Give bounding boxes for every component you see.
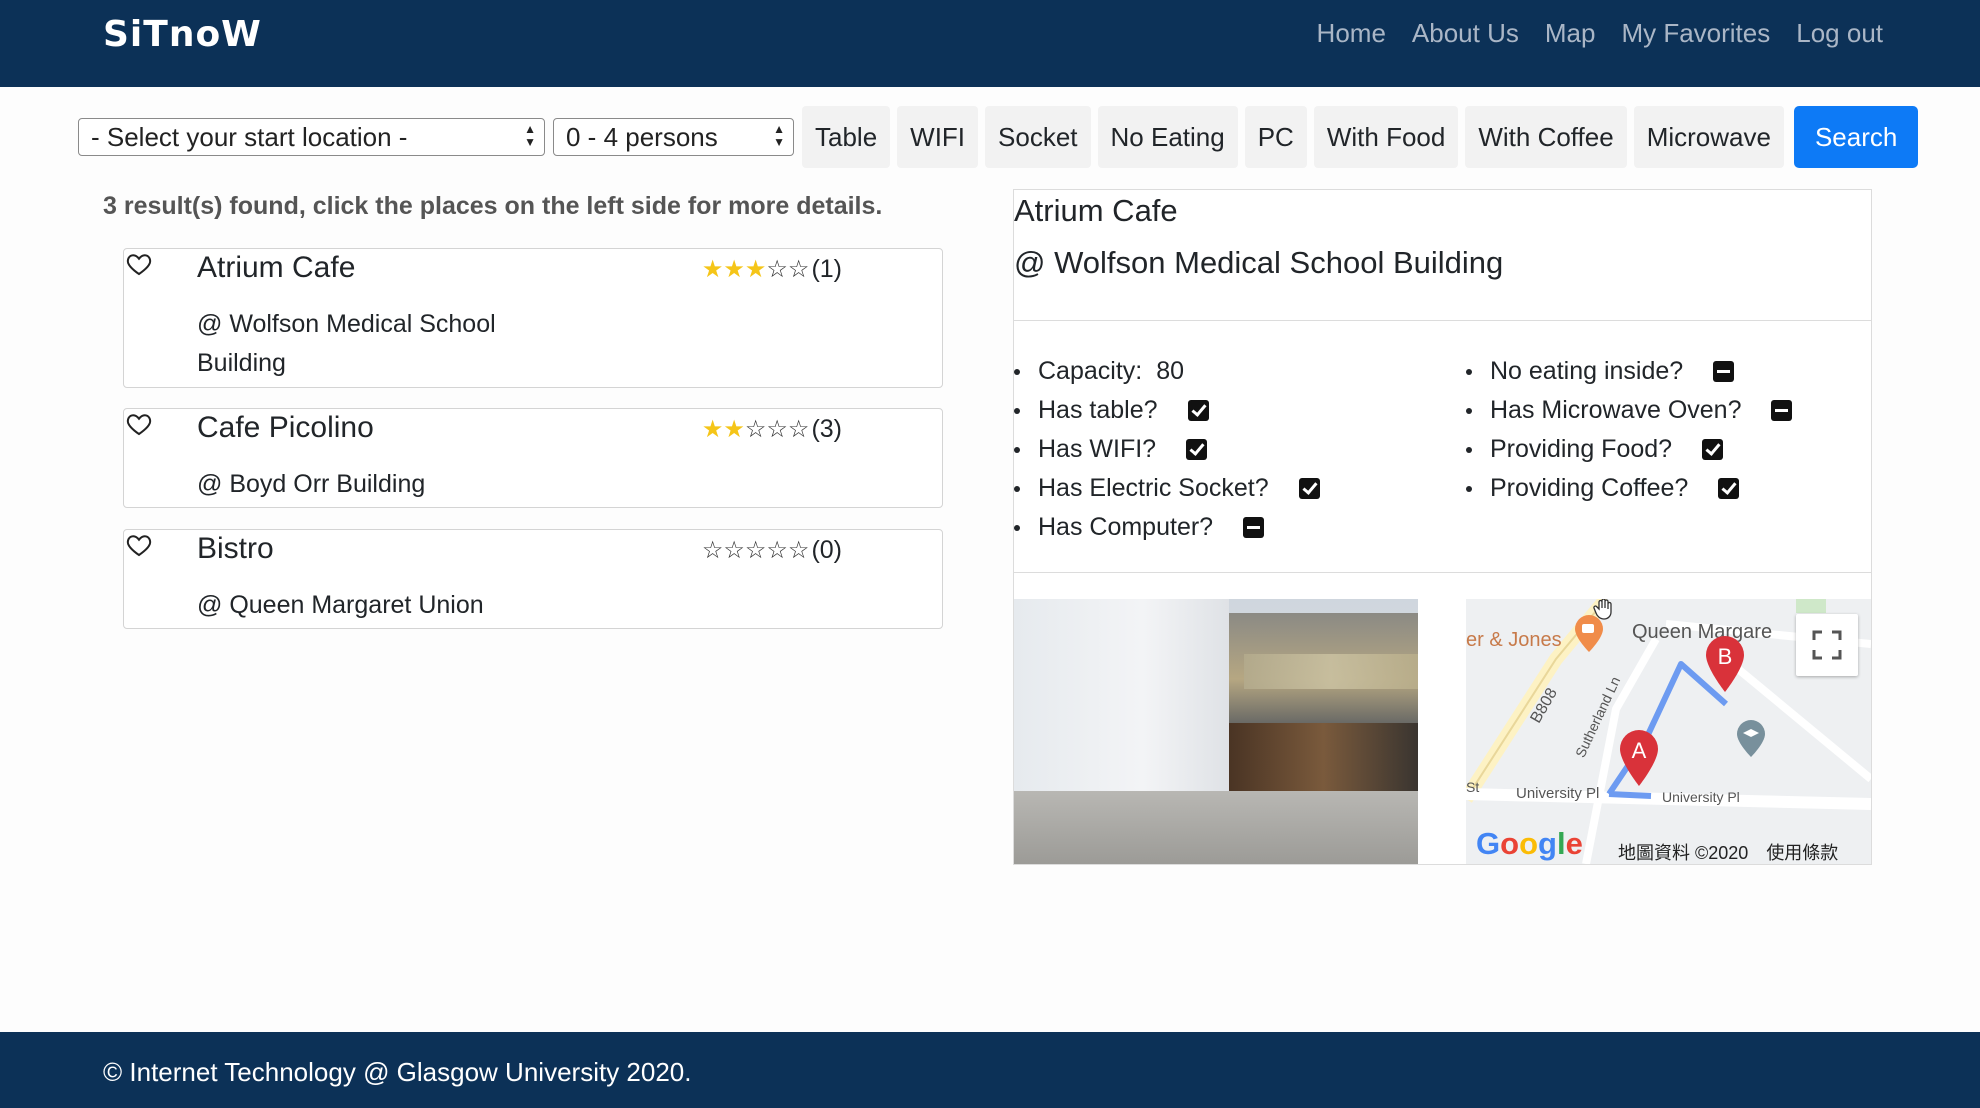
favorite-heart-icon[interactable]	[124, 409, 154, 439]
detail-title: Atrium Cafe	[1014, 193, 1178, 228]
star-rating: ★ ★ ☆ ☆ ☆ (3)	[702, 415, 842, 444]
map-label: University Pl	[1662, 789, 1740, 805]
rating-count: (0)	[811, 536, 842, 564]
fullscreen-icon	[1812, 630, 1842, 660]
filter-socket-button[interactable]: Socket	[985, 106, 1091, 168]
feature-has-socket: Has Electric Socket?	[1014, 474, 1320, 503]
star-rating: ☆ ☆ ☆ ☆ ☆ (0)	[702, 536, 842, 565]
footer: © Internet Technology @ Glasgow Universi…	[0, 1032, 1980, 1108]
result-card-cafe-picolino[interactable]: Cafe Picolino ★ ★ ☆ ☆ ☆ (3) @ Boyd Orr Build…	[123, 408, 943, 508]
brand-logo[interactable]: SiTnoW	[103, 14, 262, 55]
filter-no-eating-button[interactable]: No Eating	[1097, 106, 1238, 168]
map-attribution: 地圖資料 ©2020 使用條款	[1618, 839, 1856, 864]
map-terms-link[interactable]: 使用條款	[1766, 843, 1838, 863]
select-arrows-icon: ▲ ▼	[773, 122, 785, 149]
place-name: Bistro	[197, 532, 274, 565]
nav-about-us[interactable]: About Us	[1412, 18, 1519, 49]
nav-log-out[interactable]: Log out	[1796, 18, 1883, 49]
feature-has-computer: Has Computer?	[1014, 513, 1265, 542]
results-count-message: 3 result(s) found, click the places on t…	[103, 192, 883, 220]
checkbox-indeterminate-icon	[1243, 517, 1265, 538]
feature-providing-food: Providing Food?	[1466, 435, 1724, 464]
footer-copyright: © Internet Technology @ Glasgow Universi…	[103, 1057, 692, 1087]
star-rating: ★ ★ ★ ☆ ☆ (1)	[702, 255, 842, 284]
favorite-heart-icon[interactable]	[124, 530, 154, 560]
select-arrows-icon: ▲ ▼	[524, 122, 536, 149]
result-card-atrium-cafe[interactable]: Atrium Cafe ★ ★ ★ ☆ ☆ (1) @ Wolfson Medical …	[123, 248, 943, 388]
place-detail-panel: Atrium Cafe @ Wolfson Medical School Bui…	[1013, 189, 1872, 865]
place-building: @ Boyd Orr Building	[197, 470, 426, 498]
group-size-select[interactable]: 0 - 4 persons ▲ ▼	[553, 118, 794, 156]
feature-has-microwave: Has Microwave Oven?	[1466, 396, 1793, 425]
checkbox-checked-icon	[1186, 439, 1208, 460]
map-label: St	[1466, 779, 1480, 795]
place-name: Cafe Picolino	[197, 411, 374, 444]
map-label: University Pl	[1516, 785, 1600, 802]
rating-count: (3)	[811, 415, 842, 443]
checkbox-checked-icon	[1702, 439, 1724, 460]
map-data-credit[interactable]: 地圖資料 ©2020	[1618, 843, 1748, 863]
filter-bar: - Select your start location - ▲ ▼ 0 - 4 …	[78, 106, 1919, 168]
svg-text:A: A	[1632, 738, 1647, 763]
stars-icon: ★ ★ ☆ ☆ ☆	[701, 415, 810, 443]
map-label: er & Jones	[1466, 629, 1562, 651]
marker-b-icon[interactable]: B	[1703, 636, 1747, 694]
marker-a-icon[interactable]: A	[1617, 730, 1661, 788]
feature-providing-coffee: Providing Coffee?	[1466, 474, 1740, 503]
feature-has-table: Has table?	[1014, 396, 1209, 425]
divider	[1014, 572, 1871, 573]
checkbox-indeterminate-icon	[1771, 400, 1793, 421]
place-building: @ Queen Margaret Union	[197, 591, 484, 619]
rating-count: (1)	[811, 255, 842, 283]
navbar: SiTnoW Home About Us Map My Favorites Lo…	[0, 0, 1980, 87]
search-button[interactable]: Search	[1793, 106, 1919, 168]
checkbox-checked-icon	[1718, 478, 1740, 499]
nav-map[interactable]: Map	[1545, 18, 1596, 49]
filter-table-button[interactable]: Table	[802, 106, 891, 168]
filter-with-food-button[interactable]: With Food	[1313, 106, 1459, 168]
route-map[interactable]: er & Jones Queen Margare B808 Sutherland…	[1466, 599, 1871, 864]
hand-cursor-icon	[1593, 599, 1612, 620]
checkbox-checked-icon	[1298, 478, 1320, 499]
place-name: Atrium Cafe	[197, 251, 356, 284]
start-location-select[interactable]: - Select your start location - ▲ ▼	[78, 118, 545, 156]
start-location-value: - Select your start location -	[91, 121, 408, 152]
filter-pc-button[interactable]: PC	[1244, 106, 1307, 168]
feature-has-wifi: Has WIFI?	[1014, 435, 1208, 464]
checkbox-checked-icon	[1187, 400, 1209, 421]
google-logo: Google	[1476, 826, 1583, 861]
group-size-value: 0 - 4 persons	[566, 121, 718, 152]
result-card-bistro[interactable]: Bistro ☆ ☆ ☆ ☆ ☆ (0) @ Queen Margaret Union	[123, 529, 943, 629]
fullscreen-button[interactable]	[1796, 614, 1858, 676]
nav-links: Home About Us Map My Favorites Log out	[1317, 18, 1883, 49]
filter-wifi-button[interactable]: WIFI	[897, 106, 979, 168]
stars-icon: ☆ ☆ ☆ ☆ ☆	[701, 536, 810, 564]
nav-my-favorites[interactable]: My Favorites	[1621, 18, 1770, 49]
stars-icon: ★ ★ ★ ☆ ☆	[701, 255, 810, 283]
checkbox-indeterminate-icon	[1713, 361, 1735, 382]
nav-home[interactable]: Home	[1317, 18, 1386, 49]
filter-with-coffee-button[interactable]: With Coffee	[1465, 106, 1627, 168]
place-building: @ Wolfson Medical School Building	[197, 310, 496, 377]
detail-subtitle: @ Wolfson Medical School Building	[1014, 245, 1504, 280]
feature-no-eating: No eating inside?	[1466, 357, 1735, 386]
svg-text:B: B	[1718, 644, 1733, 669]
place-photo	[1014, 599, 1418, 864]
favorite-heart-icon[interactable]	[124, 249, 154, 279]
feature-capacity: Capacity: 80	[1014, 357, 1184, 386]
university-poi-icon	[1737, 720, 1765, 757]
divider	[1014, 320, 1871, 321]
filter-microwave-button[interactable]: Microwave	[1633, 106, 1784, 168]
